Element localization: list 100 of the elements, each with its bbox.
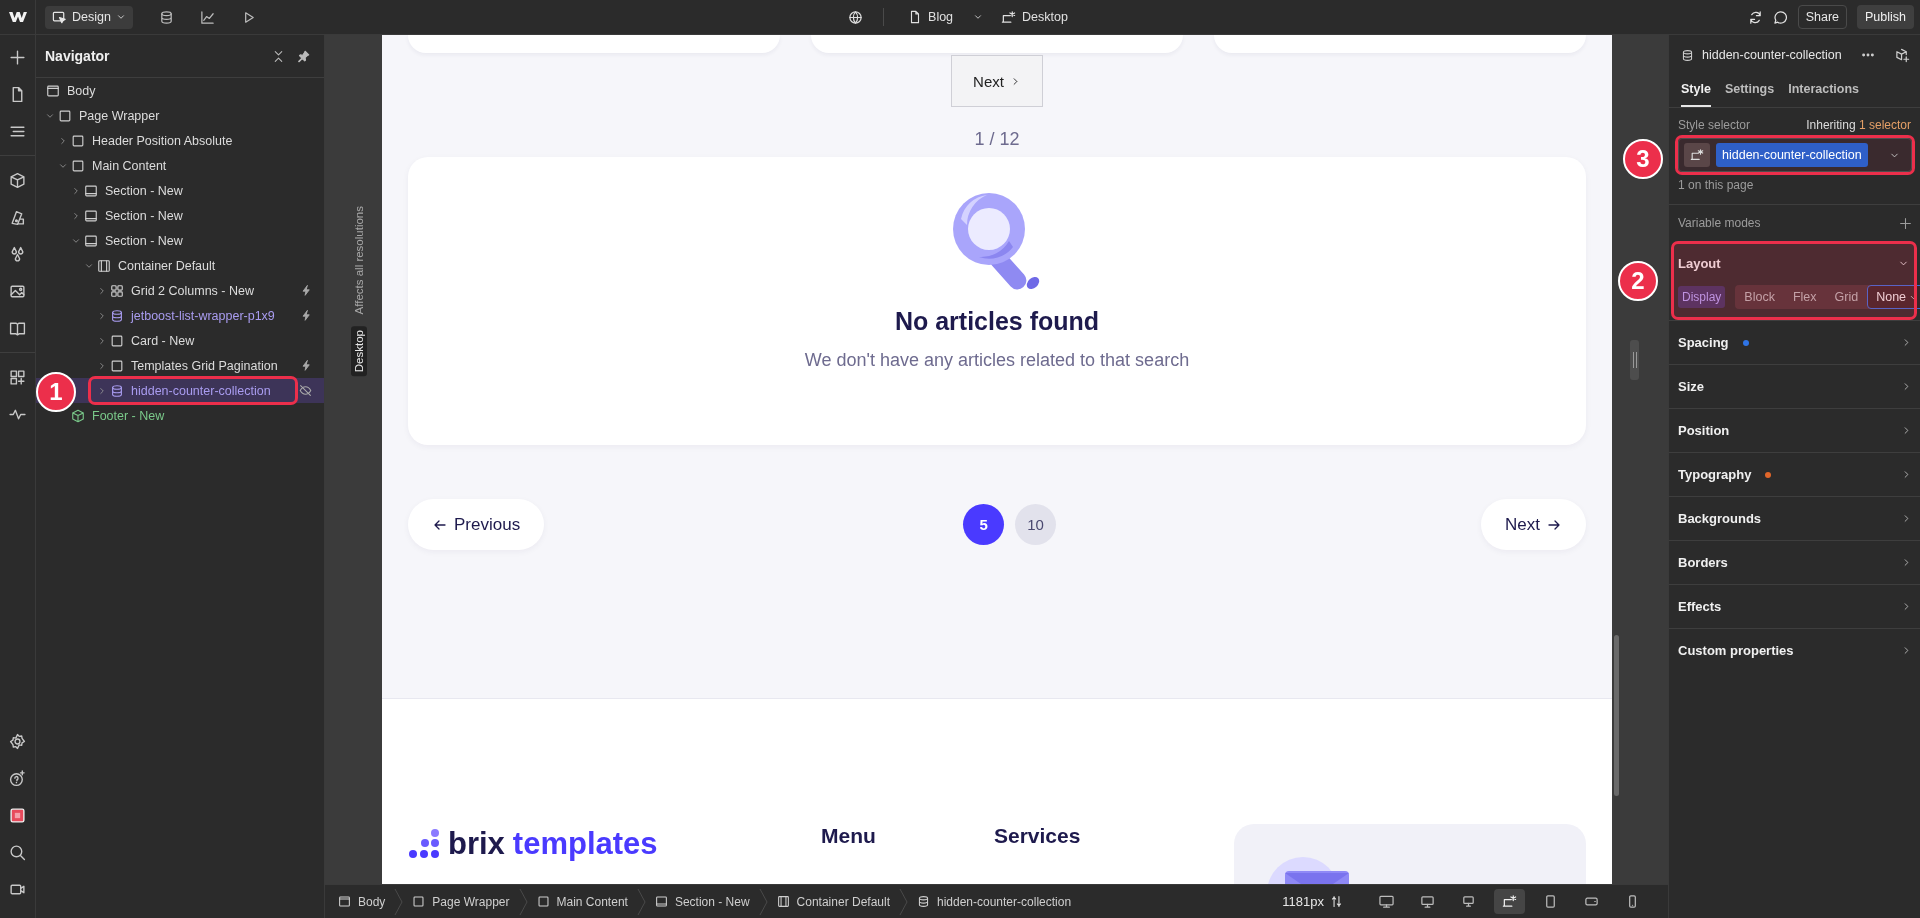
chevron-icon[interactable] <box>58 135 68 146</box>
collapse-icon[interactable] <box>272 49 285 63</box>
breadcrumb[interactable]: Body <box>338 894 386 909</box>
style-section[interactable]: Position <box>1669 408 1920 452</box>
section-icon <box>84 233 98 248</box>
breadcrumb[interactable]: Container Default <box>776 894 890 909</box>
display-option[interactable]: Grid <box>1825 285 1868 309</box>
comment-icon[interactable] <box>1772 9 1788 25</box>
cube-plus-icon[interactable] <box>1895 47 1910 63</box>
next-button[interactable]: Next <box>1481 499 1586 550</box>
publish-button[interactable]: Publish <box>1857 5 1914 29</box>
container-icon <box>776 895 790 908</box>
breakpoint-button[interactable] <box>1494 889 1525 914</box>
pin-icon[interactable] <box>297 49 310 63</box>
panel-tab[interactable]: Interactions <box>1788 75 1860 107</box>
settings-icon[interactable] <box>9 733 26 750</box>
style-section[interactable]: Effects <box>1669 584 1920 628</box>
width-adjust-icon[interactable] <box>1330 895 1343 908</box>
drops-icon[interactable] <box>9 246 26 263</box>
footer-heading: Menu <box>821 824 877 848</box>
class-chip[interactable]: hidden-counter-collection <box>1716 143 1868 167</box>
navigator-item[interactable]: Page Wrapper <box>36 103 324 128</box>
style-section[interactable]: Borders <box>1669 540 1920 584</box>
style-section[interactable]: Typography <box>1669 452 1920 496</box>
chevron-icon[interactable] <box>71 210 81 221</box>
page-number[interactable]: 10 <box>1015 504 1057 545</box>
previous-button[interactable]: Previous <box>408 499 545 550</box>
breadcrumb-separator <box>636 888 646 915</box>
book-icon[interactable] <box>9 320 26 337</box>
breadcrumb-separator <box>758 888 768 915</box>
search-icon[interactable] <box>9 844 26 861</box>
brand-logo[interactable]: brix templates <box>408 826 821 862</box>
add-icon[interactable] <box>9 49 26 66</box>
square-icon <box>536 895 550 908</box>
apps-icon[interactable] <box>9 369 26 386</box>
navigator-item[interactable]: Body <box>36 78 324 103</box>
breakpoint-button[interactable]: Desktop <box>997 6 1072 28</box>
design-button[interactable]: Design <box>45 5 133 29</box>
style-section[interactable]: Size <box>1669 364 1920 408</box>
property-label[interactable]: Display <box>1678 286 1726 308</box>
navigator-item[interactable]: Section - New <box>36 228 324 253</box>
logo-icon[interactable] <box>8 11 27 23</box>
panel-tab[interactable]: Settings <box>1724 75 1775 107</box>
breadcrumb[interactable]: Page Wrapper <box>412 894 510 909</box>
breadcrumb-separator <box>394 888 404 915</box>
page-number[interactable]: 5 <box>963 504 1005 545</box>
cube-icon <box>71 408 85 423</box>
database-icon <box>917 895 930 908</box>
chevron-icon[interactable] <box>97 360 107 371</box>
sync-icon[interactable] <box>1747 9 1763 25</box>
display-option[interactable]: Block <box>1735 285 1784 309</box>
style-section[interactable]: Backgrounds <box>1669 496 1920 540</box>
navigator-item[interactable]: Section - New <box>36 203 324 228</box>
navigator-item[interactable]: Container Default <box>36 253 324 278</box>
navigator-item[interactable]: Section - New <box>36 178 324 203</box>
navigator-item[interactable]: jetboost-list-wrapper-p1x9 <box>36 303 324 328</box>
empty-state-text: We don't have any articles related to that search <box>804 350 1190 371</box>
panel-tab[interactable]: Style <box>1681 75 1711 107</box>
breadcrumb[interactable]: Section - New <box>654 894 750 909</box>
inherited-selector-link[interactable]: 1 selector <box>1858 118 1911 132</box>
section-label: Variable modes <box>1678 216 1761 230</box>
style-section[interactable]: Custom properties <box>1669 628 1920 672</box>
share-button[interactable]: Share <box>1797 5 1847 29</box>
style-selector-field[interactable]: hidden-counter-collection <box>1678 138 1912 172</box>
display-option[interactable]: None <box>1867 285 1920 309</box>
stop-icon[interactable] <box>9 807 26 824</box>
display-option[interactable]: Flex <box>1783 285 1826 309</box>
navigator-item[interactable]: Main Content <box>36 153 324 178</box>
eye-off-icon[interactable] <box>299 384 312 397</box>
monitor-icon <box>1379 894 1394 909</box>
resize-handle[interactable] <box>1630 340 1639 380</box>
navigator-item[interactable]: Grid 2 Columns - New <box>36 278 324 303</box>
tablet-icon <box>1543 894 1558 909</box>
next-button[interactable]: Next <box>951 55 1043 107</box>
help-icon[interactable] <box>9 770 26 787</box>
chevron-icon[interactable] <box>97 285 107 296</box>
chart-icon[interactable] <box>199 9 215 25</box>
scrollbar-thumb[interactable] <box>1614 635 1619 796</box>
image-icon[interactable] <box>9 283 26 300</box>
section-title: Layout <box>1678 255 1721 271</box>
breadcrumb[interactable]: Main Content <box>536 894 628 909</box>
chevron-icon[interactable] <box>97 385 107 396</box>
chevron-icon[interactable] <box>97 335 107 346</box>
cube-icon[interactable] <box>9 172 26 189</box>
database-icon[interactable] <box>158 9 174 25</box>
square-icon <box>412 895 426 908</box>
navigator-item[interactable]: Header Position Absolute <box>36 128 324 153</box>
monitor-icon <box>1420 894 1435 909</box>
page-selector[interactable]: Blog <box>904 7 988 27</box>
add-icon[interactable] <box>1899 216 1912 230</box>
chevron-icon[interactable] <box>97 310 107 321</box>
chevron-icon[interactable] <box>71 185 81 196</box>
style-section[interactable]: Spacing <box>1669 320 1920 364</box>
globe-icon[interactable] <box>848 9 864 25</box>
breadcrumb[interactable]: hidden-counter-collection <box>917 894 1072 909</box>
caret-icon <box>973 12 984 22</box>
square-icon <box>71 158 85 173</box>
navigator-item[interactable]: Card - New <box>36 328 324 353</box>
breakpoint-note: Affects all resolutions <box>352 206 365 315</box>
swatch-icon[interactable] <box>9 209 26 226</box>
